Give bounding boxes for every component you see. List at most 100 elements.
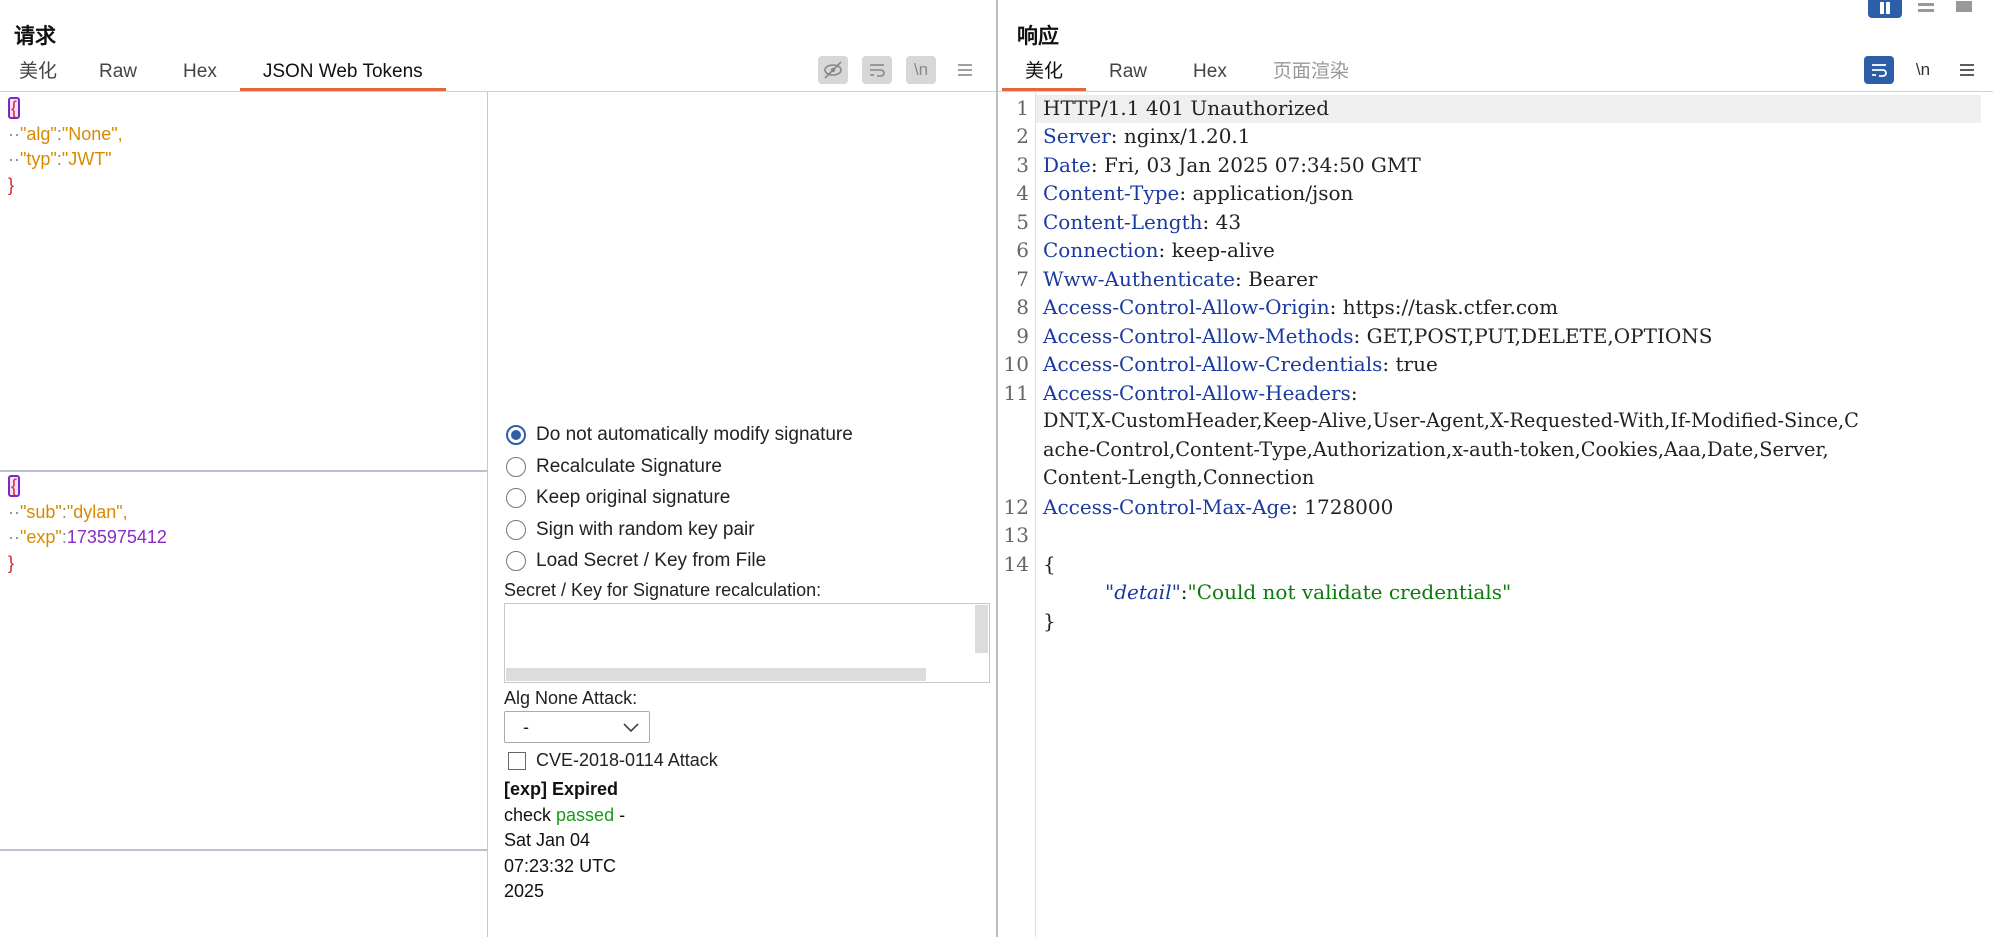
hide-eye-icon[interactable] [818,56,848,84]
header-line: Server: nginx/1.20.1 [1043,124,1251,148]
radio-icon [506,457,526,477]
panel-divider[interactable] [996,0,998,937]
header-value: 43 [1215,210,1242,234]
status-text: HTTP/1.1 401 Unauthorized [1043,96,1330,120]
radio-keep-original[interactable]: Keep original signature [506,487,730,509]
tab-raw[interactable]: Raw [1086,52,1170,92]
check-passed: passed [556,804,615,825]
line-number: 14 [1003,552,1029,576]
header-value: Bearer [1248,267,1318,291]
header-value: 1728000 [1304,495,1394,519]
tab-json-web-tokens[interactable]: JSON Web Tokens [239,52,446,92]
alg-none-value: - [523,717,529,737]
radio-do-not-modify[interactable]: Do not automatically modify signature [506,424,853,446]
radio-icon [506,425,526,445]
response-tabs: 美化 Raw Hex 页面渲染 [1002,52,1372,92]
menu-icon[interactable] [1952,56,1982,84]
line-number: 9 [1016,324,1029,348]
jwt-signature-editor[interactable] [0,851,488,937]
jwt-header-editor[interactable]: { ··"alg":"None", ··"typ":"JWT" } [0,92,488,472]
newline-icon[interactable]: \n [1908,56,1938,84]
radio-label: Do not automatically modify signature [536,424,853,445]
header-value: GET,POST,PUT,DELETE,OPTIONS [1366,324,1713,348]
tab-pretty[interactable]: 美化 [1002,52,1087,92]
newline-icon[interactable]: \n [906,56,936,84]
cursor-brace: { [8,475,21,497]
header-name: Content-Type [1043,181,1180,205]
textarea-vscrollbar[interactable] [975,605,988,653]
tab-pretty[interactable]: 美化 [0,52,76,92]
radio-icon [506,551,526,571]
wrap-lines-icon[interactable] [862,56,892,84]
header-value: keep-alive [1171,238,1275,262]
cursor-brace: { [8,97,21,119]
header-value-wrapped: ache-Control,Content-Type,Authorization,… [1043,438,1829,461]
header-value-wrapped: Content-Length,Connection [1043,466,1315,489]
radio-recalculate[interactable]: Recalculate Signature [506,456,722,478]
tab-render[interactable]: 页面渲染 [1250,52,1372,92]
json-key: "detail" [1105,580,1181,604]
header-value: nginx/1.20.1 [1123,124,1251,148]
exp-title: [exp] Expired [504,779,619,799]
line-number: 10 [1003,352,1029,376]
jwt-payload-editor[interactable]: { ··"sub":"dylan", ··"exp":1735975412 } [0,472,488,851]
request-title: 请求 [14,25,56,48]
json-value: "JWT" [61,149,112,169]
header-line: Www-Authenticate: Bearer [1043,267,1318,291]
radio-icon [506,520,526,540]
chevron-down-icon [623,723,639,733]
line-number: 7 [1016,267,1029,291]
header-line: Content-Length: 43 [1043,210,1242,234]
json-key: "sub" [20,501,62,522]
line-gutter [1035,92,1036,937]
json-value: "None", [61,123,123,144]
secret-key-textarea[interactable] [504,603,990,683]
radio-label: Keep original signature [536,487,731,508]
header-value: true [1395,352,1438,376]
layout-split-icon[interactable] [1868,0,1902,18]
line-number: 4 [1016,181,1029,205]
layout-rows-icon[interactable] [1912,0,1940,16]
header-line: Access-Control-Allow-Credentials: true [1043,352,1438,376]
json-colon: : [1180,580,1188,604]
check-prefix: check [504,804,557,825]
header-line: Access-Control-Allow-Headers: [1043,381,1358,405]
header-value: https://task.ctfer.com [1342,295,1559,319]
json-key: "typ" [20,149,57,169]
line-number: 8 [1016,295,1029,319]
radio-random-key-pair[interactable]: Sign with random key pair [506,519,755,541]
line-number: 2 [1016,124,1029,148]
header-line: Connection: keep-alive [1043,238,1275,262]
radio-load-secret[interactable]: Load Secret / Key from File [506,550,766,572]
layout-single-icon[interactable] [1950,0,1978,16]
exp-status: [exp] Expired check passed - Sat Jan 04 … [504,777,625,905]
header-name: Connection [1043,238,1159,262]
header-name: Access-Control-Allow-Origin [1043,295,1330,319]
wrap-lines-icon[interactable] [1864,56,1894,84]
cve-checkbox-row[interactable]: CVE-2018-0114 Attack [508,750,718,771]
header-name: Access-Control-Allow-Headers [1043,381,1351,405]
header-name: Access-Control-Allow-Credentials [1043,352,1383,376]
tab-hex[interactable]: Hex [1170,52,1250,92]
radio-label: Recalculate Signature [536,456,722,477]
menu-icon[interactable] [950,56,980,84]
header-name: Www-Authenticate [1043,267,1235,291]
request-tabs: 美化 Raw Hex JSON Web Tokens [0,52,446,92]
header-line: Content-Type: application/json [1043,181,1354,205]
header-line: Access-Control-Max-Age: 1728000 [1043,495,1394,519]
tab-raw[interactable]: Raw [76,52,160,92]
alg-none-select[interactable]: - [504,711,650,743]
date-line: 2025 [504,881,545,901]
textarea-hscrollbar[interactable] [506,668,926,681]
checkbox [508,751,526,770]
json-body-line: "detail":"Could not validate credentials… [1105,580,1511,604]
json-value: "Could not validate credentials" [1187,580,1512,604]
radio-label: Load Secret / Key from File [536,550,767,571]
cve-label: CVE-2018-0114 Attack [536,750,718,770]
header-name: Content-Length [1043,210,1203,234]
line-number: 6 [1016,238,1029,262]
header-name: Server [1043,124,1111,148]
response-title: 响应 [1017,25,1059,48]
tab-hex[interactable]: Hex [160,52,240,92]
header-value: Fri, 03 Jan 2025 07:34:50 GMT [1103,153,1421,177]
